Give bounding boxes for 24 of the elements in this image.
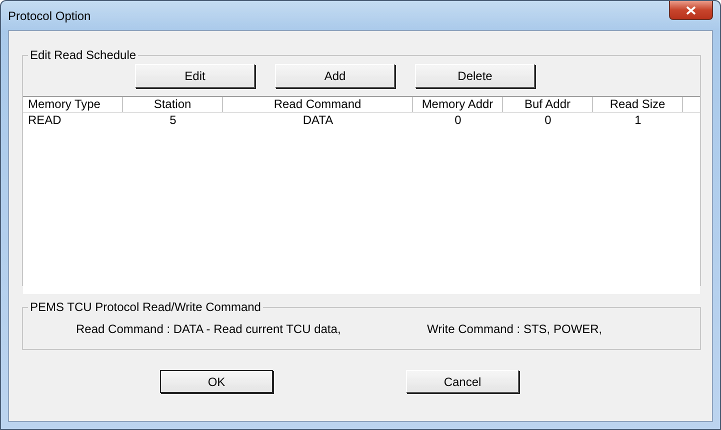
schedule-button[interactable]: Add [275,64,395,88]
table-cell-text: 5 [168,113,178,127]
column-header[interactable]: Station [123,97,223,112]
table-cell-text: READ [27,113,62,127]
close-button[interactable] [669,1,713,20]
table-cell-text: DATA [302,113,334,127]
cancel-button[interactable]: Cancel [406,370,519,393]
close-icon [686,6,696,14]
table-cell-text: 0 [544,113,552,127]
column-header[interactable]: Memory Type [23,97,123,112]
group-title: PEMS TCU Protocol Read/Write Command [29,300,262,314]
column-header[interactable]: Read Size [593,97,683,112]
column-header[interactable]: Buf Addr [503,97,593,112]
schedule-button[interactable]: Delete [415,64,535,88]
ok-button[interactable]: OK [160,370,273,393]
window-title: Protocol Option [8,9,91,23]
column-header[interactable]: Memory Addr [413,97,503,112]
group-title: Edit Read Schedule [29,48,138,62]
write-command-text: Write Command : STS, POWER, [427,322,602,336]
schedule-button[interactable]: Edit [135,64,255,88]
table-cell-text: 1 [634,113,642,127]
column-header[interactable]: Read Command [223,97,413,112]
table-cell-text: 0 [454,113,462,127]
read-command-text: Read Command : DATA - Read current TCU data, [76,322,342,336]
